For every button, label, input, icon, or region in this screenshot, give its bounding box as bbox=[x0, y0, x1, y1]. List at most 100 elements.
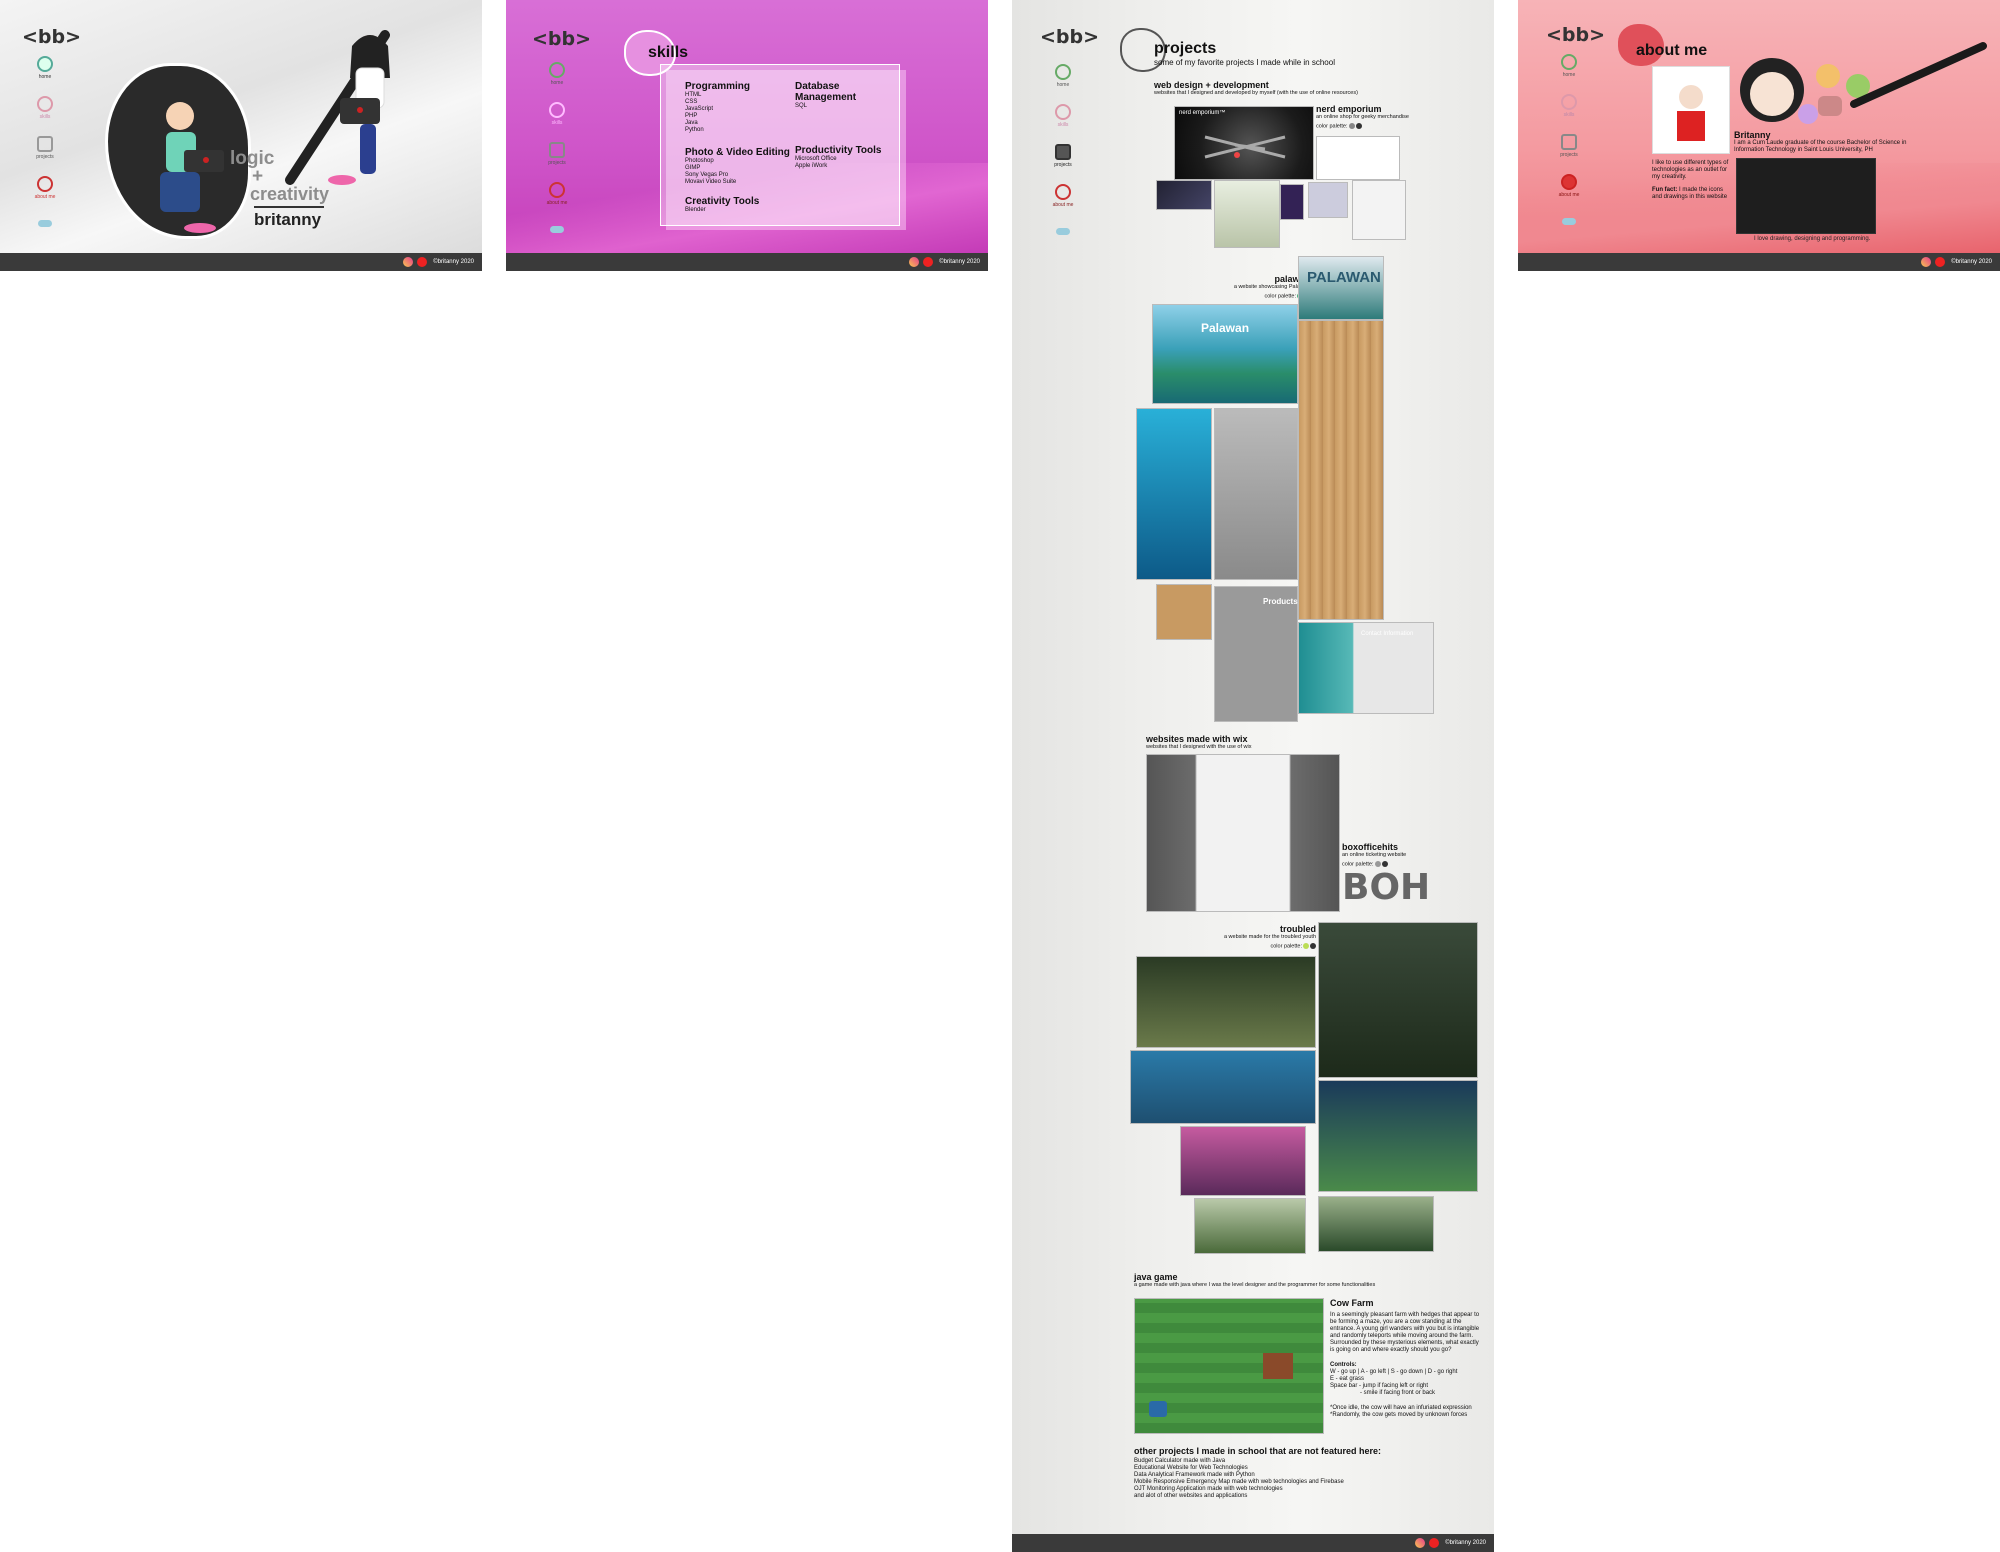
palette-swatch bbox=[1310, 943, 1316, 949]
palette-swatch bbox=[1303, 943, 1309, 949]
skill-group-programming: Programming HTML CSS JavaScript PHP Java… bbox=[685, 81, 751, 133]
nav-home[interactable]: home bbox=[1552, 54, 1586, 94]
cow-farm-screenshot[interactable] bbox=[1134, 1298, 1324, 1434]
palawan-products-screenshot[interactable]: Products bbox=[1214, 586, 1298, 722]
skill-group-photo-video: Photo & Video Editing Photoshop GIMP Son… bbox=[685, 147, 790, 185]
instagram-icon[interactable] bbox=[1415, 1538, 1426, 1548]
toggle-icon[interactable] bbox=[550, 226, 564, 233]
skills-icon bbox=[549, 102, 565, 118]
nav-projects[interactable]: projects bbox=[1046, 144, 1080, 184]
nav-about[interactable]: about me bbox=[1046, 184, 1080, 224]
troubled-screenshot-2[interactable] bbox=[1136, 956, 1316, 1048]
site-logo[interactable]: <bb> bbox=[1040, 26, 1099, 48]
nerd-emporium-screenshot[interactable]: nerd emporium™ bbox=[1174, 106, 1314, 180]
nav-projects[interactable]: projects bbox=[28, 136, 62, 176]
instagram-icon[interactable] bbox=[909, 257, 920, 267]
nerd-emporium-shop-screenshot[interactable] bbox=[1316, 136, 1400, 180]
toggle-icon[interactable] bbox=[38, 220, 52, 227]
instagram-icon[interactable] bbox=[1921, 257, 1932, 267]
troubled-screenshot-4[interactable] bbox=[1318, 1080, 1478, 1192]
palette-swatch bbox=[1381, 861, 1388, 867]
about-bio-text: I am a Cum Laude graduate of the course … bbox=[1734, 140, 1907, 153]
other-projects: other projects I made in school that are… bbox=[1134, 1446, 1382, 1499]
troubled-screenshot-1[interactable] bbox=[1318, 922, 1478, 1078]
skills-card: Programming HTML CSS JavaScript PHP Java… bbox=[660, 64, 900, 226]
palawan-ocean-screenshot[interactable] bbox=[1136, 408, 1212, 580]
about-page: <bb> home skills projects about me about… bbox=[1518, 0, 2000, 271]
palawan-banner-screenshot[interactable]: PALAWAN bbox=[1298, 256, 1384, 320]
nav-skills[interactable]: skills bbox=[28, 96, 62, 136]
footer-copyright: ©britanny 2020 bbox=[939, 259, 980, 265]
youtube-icon[interactable] bbox=[1935, 257, 1946, 267]
farm-pond-image bbox=[1149, 1401, 1167, 1417]
nav-projects[interactable]: projects bbox=[1552, 134, 1586, 174]
palawan-gallery-screenshot[interactable] bbox=[1214, 408, 1298, 580]
projects-icon bbox=[1561, 134, 1577, 150]
nerd-emporium-thumb-2[interactable] bbox=[1214, 180, 1280, 248]
palawan-wood-screenshot[interactable] bbox=[1298, 320, 1384, 620]
pen-illustration bbox=[1850, 42, 1987, 108]
about-title: about me bbox=[1636, 42, 1708, 59]
footer: ©britanny 2020 bbox=[1012, 1534, 1494, 1552]
nav-about[interactable]: about me bbox=[540, 182, 574, 222]
girl-coding-illustration bbox=[160, 102, 224, 233]
nerd-emporium-thumb-3[interactable] bbox=[1280, 184, 1304, 220]
troubled-screenshot-3[interactable] bbox=[1130, 1050, 1316, 1124]
palette-swatch bbox=[1374, 861, 1381, 867]
nav-about[interactable]: about me bbox=[28, 176, 62, 216]
side-nav: home skills projects about me bbox=[1552, 54, 1586, 229]
wix-section-header: websites made with wix websites that I d… bbox=[1146, 734, 1252, 750]
boxofficehits-logo: BOH bbox=[1342, 867, 1431, 909]
tagline: logic + creativity britanny bbox=[228, 148, 338, 230]
toggle-icon[interactable] bbox=[1562, 218, 1576, 225]
nav-projects[interactable]: projects bbox=[540, 142, 574, 182]
site-logo[interactable]: <bb> bbox=[532, 28, 591, 50]
avatar-drawing bbox=[1677, 85, 1705, 141]
nav-home[interactable]: home bbox=[1046, 64, 1080, 104]
nerd-emporium-thumb-1[interactable] bbox=[1156, 180, 1212, 210]
nerd-emporium-shop-thumb[interactable] bbox=[1352, 180, 1406, 240]
skills-title: skills bbox=[648, 44, 689, 61]
nerd-emporium-info: nerd emporium an online shop for geeky m… bbox=[1316, 104, 1409, 130]
boxofficehits-screenshot[interactable] bbox=[1146, 754, 1340, 912]
tagline-creativity: creativity bbox=[250, 184, 330, 204]
site-logo[interactable]: <bb> bbox=[1546, 24, 1605, 46]
youtube-icon[interactable] bbox=[1429, 1538, 1440, 1548]
nerd-emporium-thumb-4[interactable] bbox=[1308, 182, 1348, 218]
footer: ©britanny 2020 bbox=[1518, 253, 2000, 271]
about-icon bbox=[37, 176, 53, 192]
about-bio: Britanny I am a Cum Laude graduate of th… bbox=[1734, 130, 1910, 154]
palette-swatch bbox=[1355, 123, 1362, 129]
cow-farm-info: Cow Farm In a seemingly pleasant farm wi… bbox=[1330, 1298, 1480, 1418]
troubled-screenshot-5[interactable] bbox=[1180, 1126, 1306, 1196]
youtube-icon[interactable] bbox=[417, 257, 428, 267]
nav-about[interactable]: about me bbox=[1552, 174, 1586, 214]
skills-icon bbox=[1561, 94, 1577, 110]
profile-photo bbox=[1652, 66, 1730, 154]
nav-skills[interactable]: skills bbox=[1552, 94, 1586, 134]
troubled-screenshot-6[interactable] bbox=[1194, 1198, 1306, 1254]
nav-skills[interactable]: skills bbox=[540, 102, 574, 142]
palawan-home-screenshot[interactable]: Palawan bbox=[1152, 304, 1298, 404]
site-logo[interactable]: <bb> bbox=[22, 26, 81, 48]
side-nav: home skills projects about me bbox=[540, 62, 574, 237]
skill-group-database: Database Management SQL bbox=[795, 81, 857, 109]
nav-home[interactable]: home bbox=[540, 62, 574, 102]
tagline-logic: logic bbox=[230, 148, 275, 169]
youtube-icon[interactable] bbox=[923, 257, 934, 267]
projects-icon bbox=[549, 142, 565, 158]
projects-header: projects some of my favorite projects I … bbox=[1154, 40, 1335, 67]
side-nav: home skills projects about me bbox=[1046, 64, 1080, 239]
home-icon bbox=[1055, 64, 1071, 80]
palawan-small-screenshot[interactable] bbox=[1156, 584, 1212, 640]
projects-icon bbox=[37, 136, 53, 152]
nav-skills[interactable]: skills bbox=[1046, 104, 1080, 144]
troubled-screenshot-7[interactable] bbox=[1318, 1196, 1434, 1252]
webdesign-title: web design + development bbox=[1154, 80, 1269, 90]
palawan-contact-screenshot[interactable]: Contact Information bbox=[1298, 622, 1434, 714]
webdesign-section-header: web design + development websites that I… bbox=[1154, 80, 1358, 96]
troubled-info: troubled a website made for the troubled… bbox=[1223, 924, 1316, 950]
toggle-icon[interactable] bbox=[1056, 228, 1070, 235]
instagram-icon[interactable] bbox=[403, 257, 414, 267]
nav-home[interactable]: home bbox=[28, 56, 62, 96]
